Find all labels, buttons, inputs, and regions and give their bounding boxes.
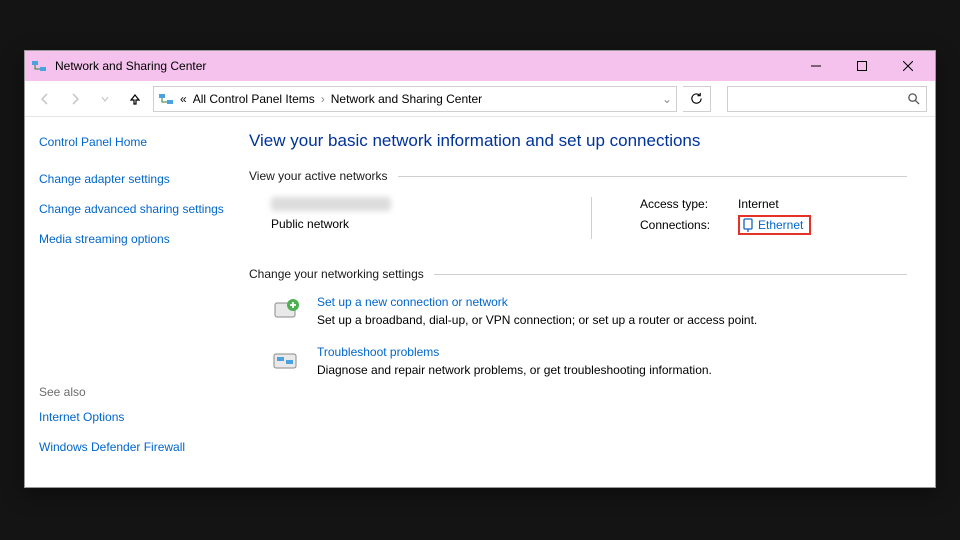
highlight-annotation: Ethernet [738, 215, 811, 235]
sidebar: Control Panel Home Change adapter settin… [25, 117, 239, 487]
media-streaming-options-link[interactable]: Media streaming options [39, 231, 225, 247]
change-advanced-sharing-link[interactable]: Change advanced sharing settings [39, 201, 225, 217]
setup-connection-desc: Set up a broadband, dial-up, or VPN conn… [317, 313, 757, 327]
titlebar: Network and Sharing Center [25, 51, 935, 81]
divider [398, 176, 907, 177]
network-center-icon [31, 58, 47, 74]
divider [591, 197, 592, 239]
breadcrumb-item[interactable]: Network and Sharing Center [331, 92, 482, 106]
ethernet-icon [742, 218, 754, 232]
setup-connection-link[interactable]: Set up a new connection or network [317, 295, 757, 309]
troubleshoot-icon [271, 345, 303, 377]
access-type-label: Access type: [640, 197, 730, 211]
window: Network and Sharing Center [24, 50, 936, 488]
navbar: « All Control Panel Items › Network and … [25, 81, 935, 117]
setup-connection-icon [271, 295, 303, 327]
back-button[interactable] [33, 87, 57, 111]
breadcrumb-item[interactable]: All Control Panel Items [193, 92, 315, 106]
search-input[interactable] [727, 86, 927, 112]
close-button[interactable] [885, 51, 931, 81]
change-adapter-settings-link[interactable]: Change adapter settings [39, 171, 225, 187]
divider [434, 274, 907, 275]
chevron-right-icon: › [321, 92, 325, 106]
forward-button[interactable] [63, 87, 87, 111]
window-title: Network and Sharing Center [55, 59, 793, 73]
chevron-down-icon[interactable]: ⌄ [662, 92, 672, 106]
minimize-button[interactable] [793, 51, 839, 81]
up-button[interactable] [123, 87, 147, 111]
change-networking-settings-label: Change your networking settings [249, 267, 424, 281]
recent-locations-button[interactable] [93, 87, 117, 111]
connections-label: Connections: [640, 218, 730, 232]
control-panel-home-link[interactable]: Control Panel Home [39, 135, 225, 149]
troubleshoot-link[interactable]: Troubleshoot problems [317, 345, 712, 359]
address-bar[interactable]: « All Control Panel Items › Network and … [153, 86, 677, 112]
access-type-value: Internet [738, 197, 779, 211]
ethernet-connection-link[interactable]: Ethernet [758, 218, 803, 232]
search-icon [907, 92, 920, 105]
main-content: View your basic network information and … [239, 117, 935, 487]
network-center-icon [158, 91, 174, 107]
maximize-button[interactable] [839, 51, 885, 81]
active-networks-label: View your active networks [249, 169, 388, 183]
windows-defender-firewall-link[interactable]: Windows Defender Firewall [39, 439, 225, 455]
network-category: Public network [271, 217, 551, 231]
breadcrumb-prefix: « [180, 92, 187, 106]
network-name-redacted [271, 197, 391, 211]
page-title: View your basic network information and … [249, 131, 907, 151]
see-also-label: See also [39, 385, 225, 399]
refresh-button[interactable] [683, 86, 711, 112]
internet-options-link[interactable]: Internet Options [39, 409, 225, 425]
troubleshoot-desc: Diagnose and repair network problems, or… [317, 363, 712, 377]
